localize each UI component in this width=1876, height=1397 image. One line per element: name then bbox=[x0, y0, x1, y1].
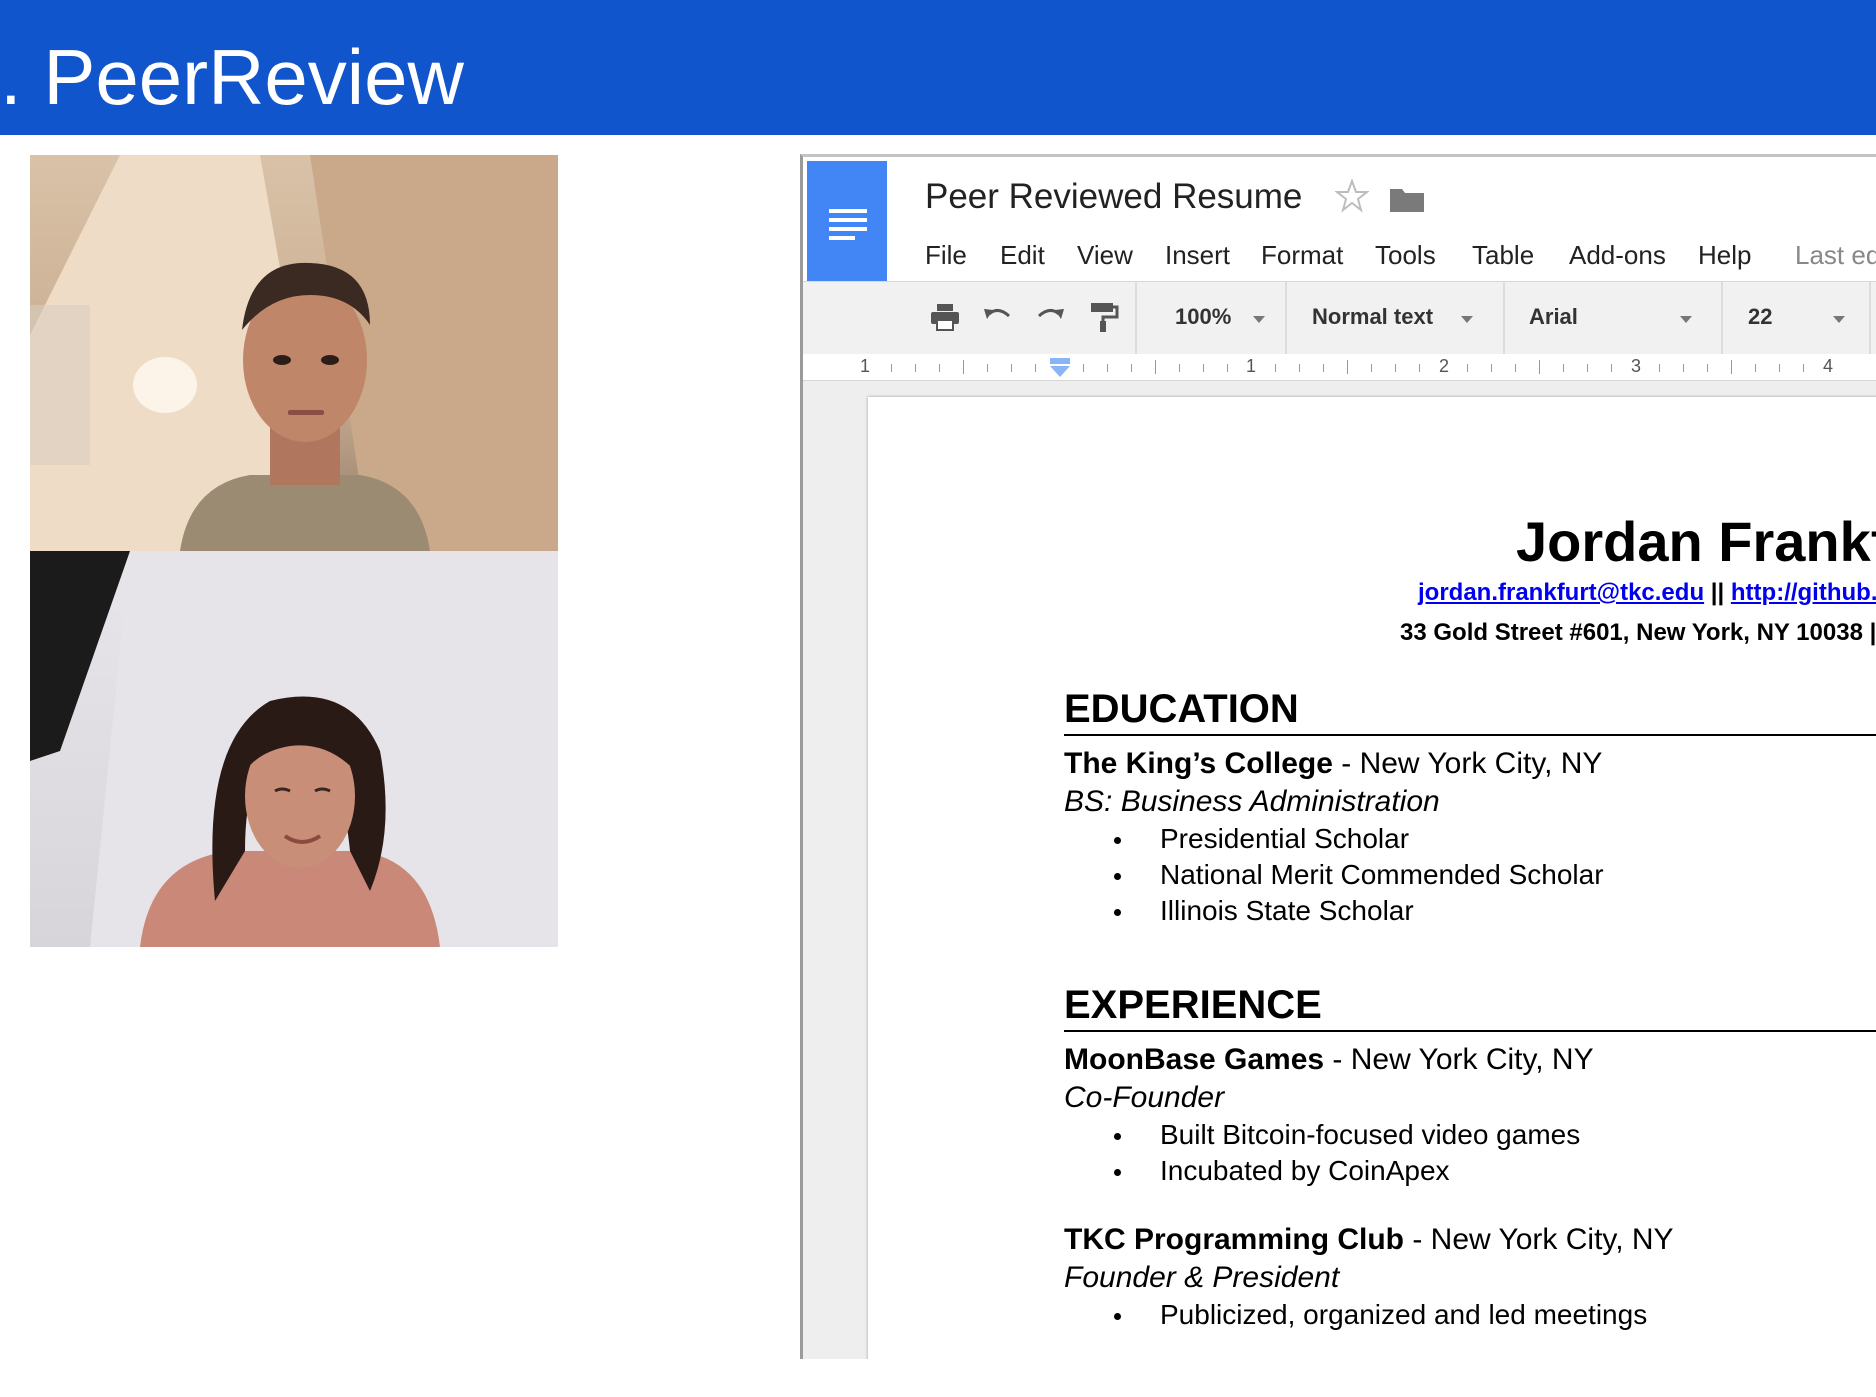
star-icon[interactable] bbox=[1335, 179, 1369, 213]
size-caret-icon bbox=[1833, 316, 1845, 323]
experience-divider bbox=[1064, 1030, 1876, 1032]
menu-insert[interactable]: Insert bbox=[1165, 235, 1230, 275]
list-item: Built Bitcoin-focused video games bbox=[1114, 1119, 1580, 1151]
font-select[interactable]: Arial bbox=[1529, 300, 1578, 334]
zoom-caret-icon bbox=[1253, 316, 1265, 323]
menu-view[interactable]: View bbox=[1077, 235, 1133, 275]
style-caret-icon bbox=[1461, 316, 1473, 323]
document-title[interactable]: Peer Reviewed Resume bbox=[925, 177, 1302, 217]
job-org: MoonBase Games - New York City, NY bbox=[1064, 1043, 1594, 1076]
list-item: National Merit Commended Scholar bbox=[1114, 859, 1604, 891]
job-role: Co-Founder bbox=[1064, 1081, 1225, 1114]
resume-contact-line: jordan.frankfurt@tkc.edu || http://githu… bbox=[1418, 579, 1876, 607]
video-feed-participant-1 bbox=[30, 155, 558, 551]
resume-address: 33 Gold Street #601, New York, NY 10038 … bbox=[1400, 619, 1876, 646]
education-divider bbox=[1064, 734, 1876, 736]
indent-marker-icon[interactable] bbox=[1048, 358, 1072, 378]
github-link[interactable]: http://github.cor bbox=[1731, 579, 1876, 606]
ruler[interactable]: 1 1 2 3 4 bbox=[803, 354, 1876, 381]
list-item: Incubated by CoinApex bbox=[1114, 1155, 1450, 1187]
education-org: The King’s College - New York City, NY bbox=[1064, 747, 1603, 780]
style-select[interactable]: Normal text bbox=[1312, 300, 1433, 334]
docs-logo-icon[interactable] bbox=[807, 161, 887, 281]
menu-format[interactable]: Format bbox=[1261, 235, 1343, 275]
slide-title: . PeerReview bbox=[0, 33, 464, 121]
redo-icon[interactable] bbox=[1033, 300, 1067, 334]
menu-edit[interactable]: Edit bbox=[1000, 235, 1045, 275]
experience-heading: EXPERIENCE bbox=[1064, 983, 1322, 1027]
job-role: Founder & President bbox=[1064, 1261, 1340, 1294]
list-item: Illinois State Scholar bbox=[1114, 895, 1414, 927]
paint-format-icon[interactable] bbox=[1086, 300, 1120, 334]
menu-file[interactable]: File bbox=[925, 235, 967, 275]
last-edit-link[interactable]: Last ed bbox=[1795, 235, 1876, 275]
undo-icon[interactable] bbox=[981, 300, 1015, 334]
menu-tools[interactable]: Tools bbox=[1375, 235, 1436, 275]
font-size-select[interactable]: 22 bbox=[1748, 300, 1772, 334]
docs-window: Peer Reviewed Resume File Edit View Inse… bbox=[800, 154, 1876, 1359]
document-page[interactable]: Jordan Frankfu jordan.frankfurt@tkc.edu … bbox=[868, 397, 1876, 1359]
job-org: TKC Programming Club - New York City, NY bbox=[1064, 1223, 1674, 1256]
contact-separator: || bbox=[1710, 579, 1725, 606]
education-heading: EDUCATION bbox=[1064, 687, 1299, 731]
list-item: Presidential Scholar bbox=[1114, 823, 1409, 855]
list-item: Publicized, organized and led meetings bbox=[1114, 1299, 1647, 1331]
menu-table[interactable]: Table bbox=[1472, 235, 1534, 275]
video-feed-participant-2 bbox=[30, 551, 558, 947]
menu-add-ons[interactable]: Add-ons bbox=[1569, 235, 1666, 275]
email-link[interactable]: jordan.frankfurt@tkc.edu bbox=[1418, 579, 1704, 606]
zoom-select[interactable]: 100% bbox=[1175, 300, 1231, 334]
slide-banner: . PeerReview bbox=[0, 0, 1876, 135]
toolbar: 100% Normal text Arial 22 bbox=[803, 281, 1876, 355]
folder-icon[interactable] bbox=[1389, 185, 1425, 213]
resume-name: Jordan Frankfu bbox=[1516, 510, 1876, 573]
print-icon[interactable] bbox=[928, 300, 962, 334]
document-canvas[interactable]: Jordan Frankfu jordan.frankfurt@tkc.edu … bbox=[803, 381, 1876, 1359]
font-caret-icon bbox=[1680, 316, 1692, 323]
education-degree: BS: Business Administration bbox=[1064, 785, 1440, 818]
menu-help[interactable]: Help bbox=[1698, 235, 1751, 275]
